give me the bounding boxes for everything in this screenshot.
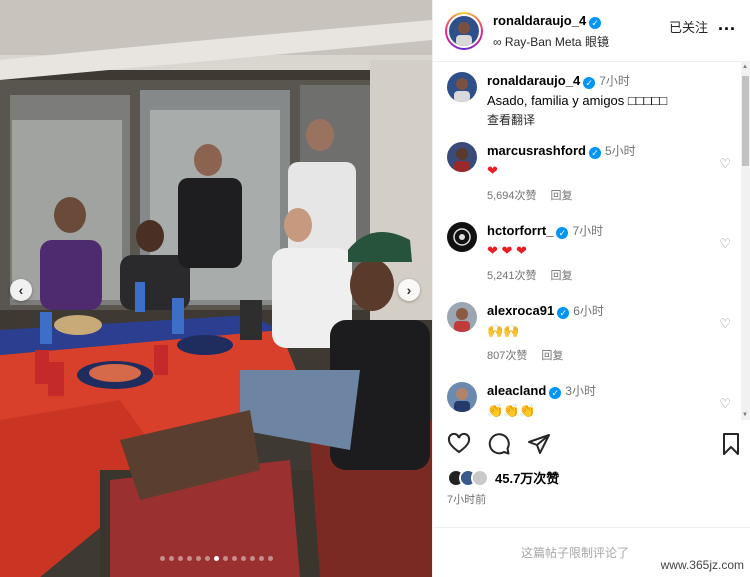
comment-item: alexroca91 ✓ 6小时 🙌🙌 807次赞 回复 ♡ [447, 302, 737, 363]
comment-item: aleacland ✓ 3小时 👏👏👏 ♡ [447, 382, 737, 419]
like-comment-icon[interactable]: ♡ [719, 316, 731, 332]
carousel-dot [213, 556, 219, 561]
commenter-avatar[interactable] [447, 222, 477, 252]
watermark: www.365jz.com [660, 558, 744, 572]
carousel-dot [231, 556, 237, 561]
likes-summary[interactable]: 45.7万次赞 [447, 468, 559, 487]
likes-count[interactable]: 45.7万次赞 [495, 468, 559, 487]
verified-badge-icon: ✓ [588, 147, 601, 159]
reply-button[interactable]: 回复 [551, 270, 573, 282]
carousel-dot [258, 556, 264, 561]
comment-icon[interactable] [487, 432, 511, 456]
verified-badge-icon: ✓ [557, 307, 570, 319]
author-avatar-image [449, 15, 479, 46]
caption-avatar[interactable] [447, 72, 477, 102]
comment-time: 7小时 [572, 224, 604, 238]
comments-limited-text: 这篇帖子限制评论了 [521, 546, 630, 560]
following-button[interactable]: 已关注 [669, 17, 708, 36]
carousel-dots [0, 556, 432, 561]
caption-time: 7小时 [599, 74, 630, 88]
comment-likes[interactable]: 5,694次赞 [487, 190, 537, 202]
carousel-dot [186, 556, 192, 561]
post-actions [447, 432, 743, 462]
comment-likes[interactable]: 5,241次赞 [487, 270, 537, 282]
glasses-icon: ∞ [493, 34, 502, 49]
scroll-up-arrow-icon[interactable]: ▲ [742, 64, 748, 70]
carousel-dot [267, 556, 273, 561]
more-options-icon[interactable]: ... [718, 14, 736, 35]
verified-badge-icon: ✓ [583, 77, 596, 89]
verified-badge-icon: ✓ [549, 387, 562, 399]
post-side-panel: ronaldaraujo_4 ✓ ∞ Ray-Ban Meta 眼镜 已关注 ..… [432, 0, 750, 577]
comment-item: hctorforrt_ ✓ 7小时 ❤ ❤ ❤ 5,241次赞 回复 ♡ [447, 222, 737, 283]
caption-username[interactable]: ronaldaraujo_4 [487, 73, 580, 88]
comments-scrollbar[interactable]: ▲ ▼ [741, 62, 750, 420]
reply-button[interactable]: 回复 [541, 350, 563, 362]
commenter-avatar[interactable] [447, 302, 477, 332]
comments-list: ronaldaraujo_4 ✓ 7小时 Asado, familia y amig… [433, 62, 750, 420]
like-comment-icon[interactable]: ♡ [719, 236, 731, 252]
carousel-dot [240, 556, 246, 561]
post-timestamp: 7小时前 [447, 494, 487, 506]
photo-illustration [0, 0, 432, 577]
comment-likes[interactable]: 807次赞 [487, 350, 527, 362]
carousel-dot [195, 556, 201, 561]
comment-time: 6小时 [573, 304, 604, 318]
like-comment-icon[interactable]: ♡ [719, 156, 731, 172]
commenter-username[interactable]: marcusrashford [487, 143, 586, 158]
commenter-avatar[interactable] [447, 142, 477, 172]
next-photo-button[interactable]: › [398, 279, 420, 301]
verified-badge-icon: ✓ [589, 16, 602, 29]
carousel-dot [222, 556, 228, 561]
commenter-username[interactable]: aleacland [487, 383, 546, 398]
share-icon[interactable] [527, 432, 551, 456]
scroll-down-arrow-icon[interactable]: ▼ [742, 412, 748, 418]
post-photo[interactable]: ‹ › [0, 0, 432, 577]
comment-text: 🙌🙌 [487, 323, 520, 338]
comment-text: ❤ [487, 163, 498, 178]
comment-time: 3小时 [565, 384, 596, 398]
carousel-dot [249, 556, 255, 561]
verified-badge-icon: ✓ [556, 227, 569, 239]
previous-photo-button[interactable]: ‹ [10, 279, 32, 301]
post-caption: ronaldaraujo_4 ✓ 7小时 Asado, familia y amig… [447, 72, 737, 128]
commenter-username[interactable]: hctorforrt_ [487, 223, 553, 238]
heart-icon[interactable] [447, 432, 471, 456]
bookmark-icon[interactable] [719, 432, 743, 456]
author-username[interactable]: ronaldaraujo_4 [493, 13, 586, 28]
comment-item: marcusrashford ✓ 5小时 ❤ 5,694次赞 回复 ♡ [447, 142, 737, 203]
carousel-dot [168, 556, 174, 561]
author-subtitle[interactable]: ∞ Ray-Ban Meta 眼镜 [493, 33, 609, 50]
author-subtitle-text: Ray-Ban Meta 眼镜 [504, 34, 609, 49]
comment-text: ❤ ❤ ❤ [487, 243, 527, 258]
post-header: ronaldaraujo_4 ✓ ∞ Ray-Ban Meta 眼镜 已关注 ..… [433, 0, 750, 62]
carousel-dot [204, 556, 210, 561]
like-comment-icon[interactable]: ♡ [719, 396, 731, 412]
comment-text: 👏👏👏 [487, 403, 536, 418]
liker-avatars [447, 468, 489, 487]
commenter-avatar[interactable] [447, 382, 477, 412]
caption-text: Asado, familia y amigos □□□□□ [487, 93, 668, 108]
scrollbar-thumb[interactable] [742, 76, 749, 166]
see-translation-link[interactable]: 查看翻译 [487, 111, 737, 128]
liker-avatar [471, 468, 489, 487]
carousel-dot [177, 556, 183, 561]
comment-time: 5小时 [604, 144, 636, 158]
commenter-username[interactable]: alexroca91 [487, 303, 554, 318]
author-avatar[interactable] [445, 11, 483, 50]
carousel-dot [159, 556, 165, 561]
reply-button[interactable]: 回复 [551, 190, 573, 202]
